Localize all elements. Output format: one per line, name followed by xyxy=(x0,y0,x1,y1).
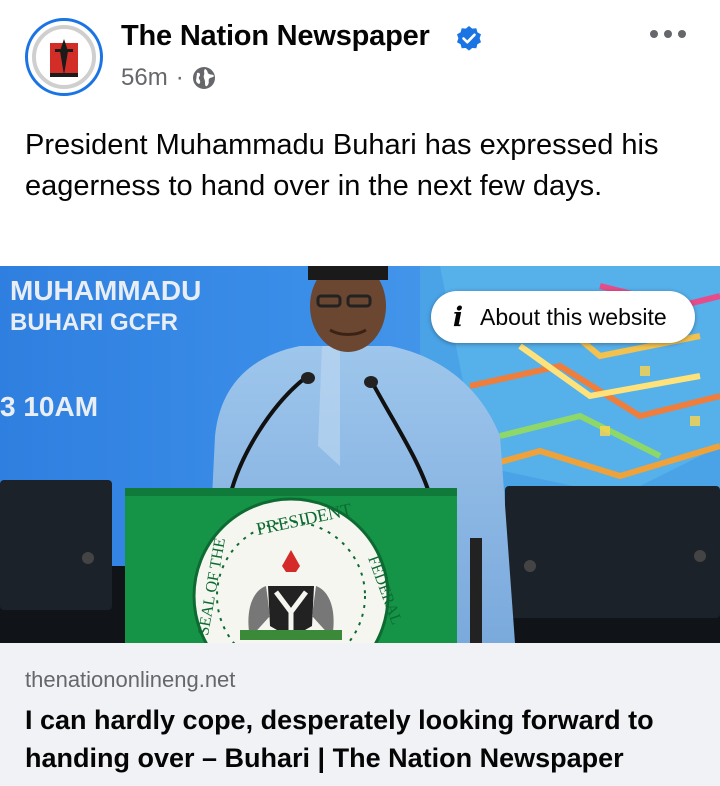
banner-line2: BUHARI GCFR xyxy=(10,309,178,336)
banner-line1: MUHAMMADU xyxy=(10,275,201,306)
link-title[interactable]: I can hardly cope, desperately looking f… xyxy=(25,701,705,777)
post-time[interactable]: 56m xyxy=(121,64,168,92)
post-header: The Nation Newspaper 56m · xyxy=(0,0,720,120)
about-this-website-button[interactable]: i About this website xyxy=(431,291,695,343)
meta-separator: · xyxy=(175,64,184,91)
info-icon: i xyxy=(452,301,464,333)
more-options-icon[interactable] xyxy=(650,24,686,44)
verified-badge-icon xyxy=(457,26,481,51)
post-text: President Muhammadu Buhari has expressed… xyxy=(25,129,659,202)
nation-logo-icon xyxy=(30,23,98,91)
page-avatar[interactable] xyxy=(25,18,103,96)
page-name[interactable]: The Nation Newspaper xyxy=(121,20,430,53)
link-domain: thenationonlineng.net xyxy=(25,667,236,692)
about-this-website-label: About this website xyxy=(480,303,667,330)
banner-time: 3 10AM xyxy=(0,391,98,422)
post-meta: 56m · xyxy=(121,64,216,92)
link-preview-card[interactable]: thenationonlineng.net I can hardly cope,… xyxy=(0,643,720,786)
globe-icon[interactable] xyxy=(192,66,216,90)
